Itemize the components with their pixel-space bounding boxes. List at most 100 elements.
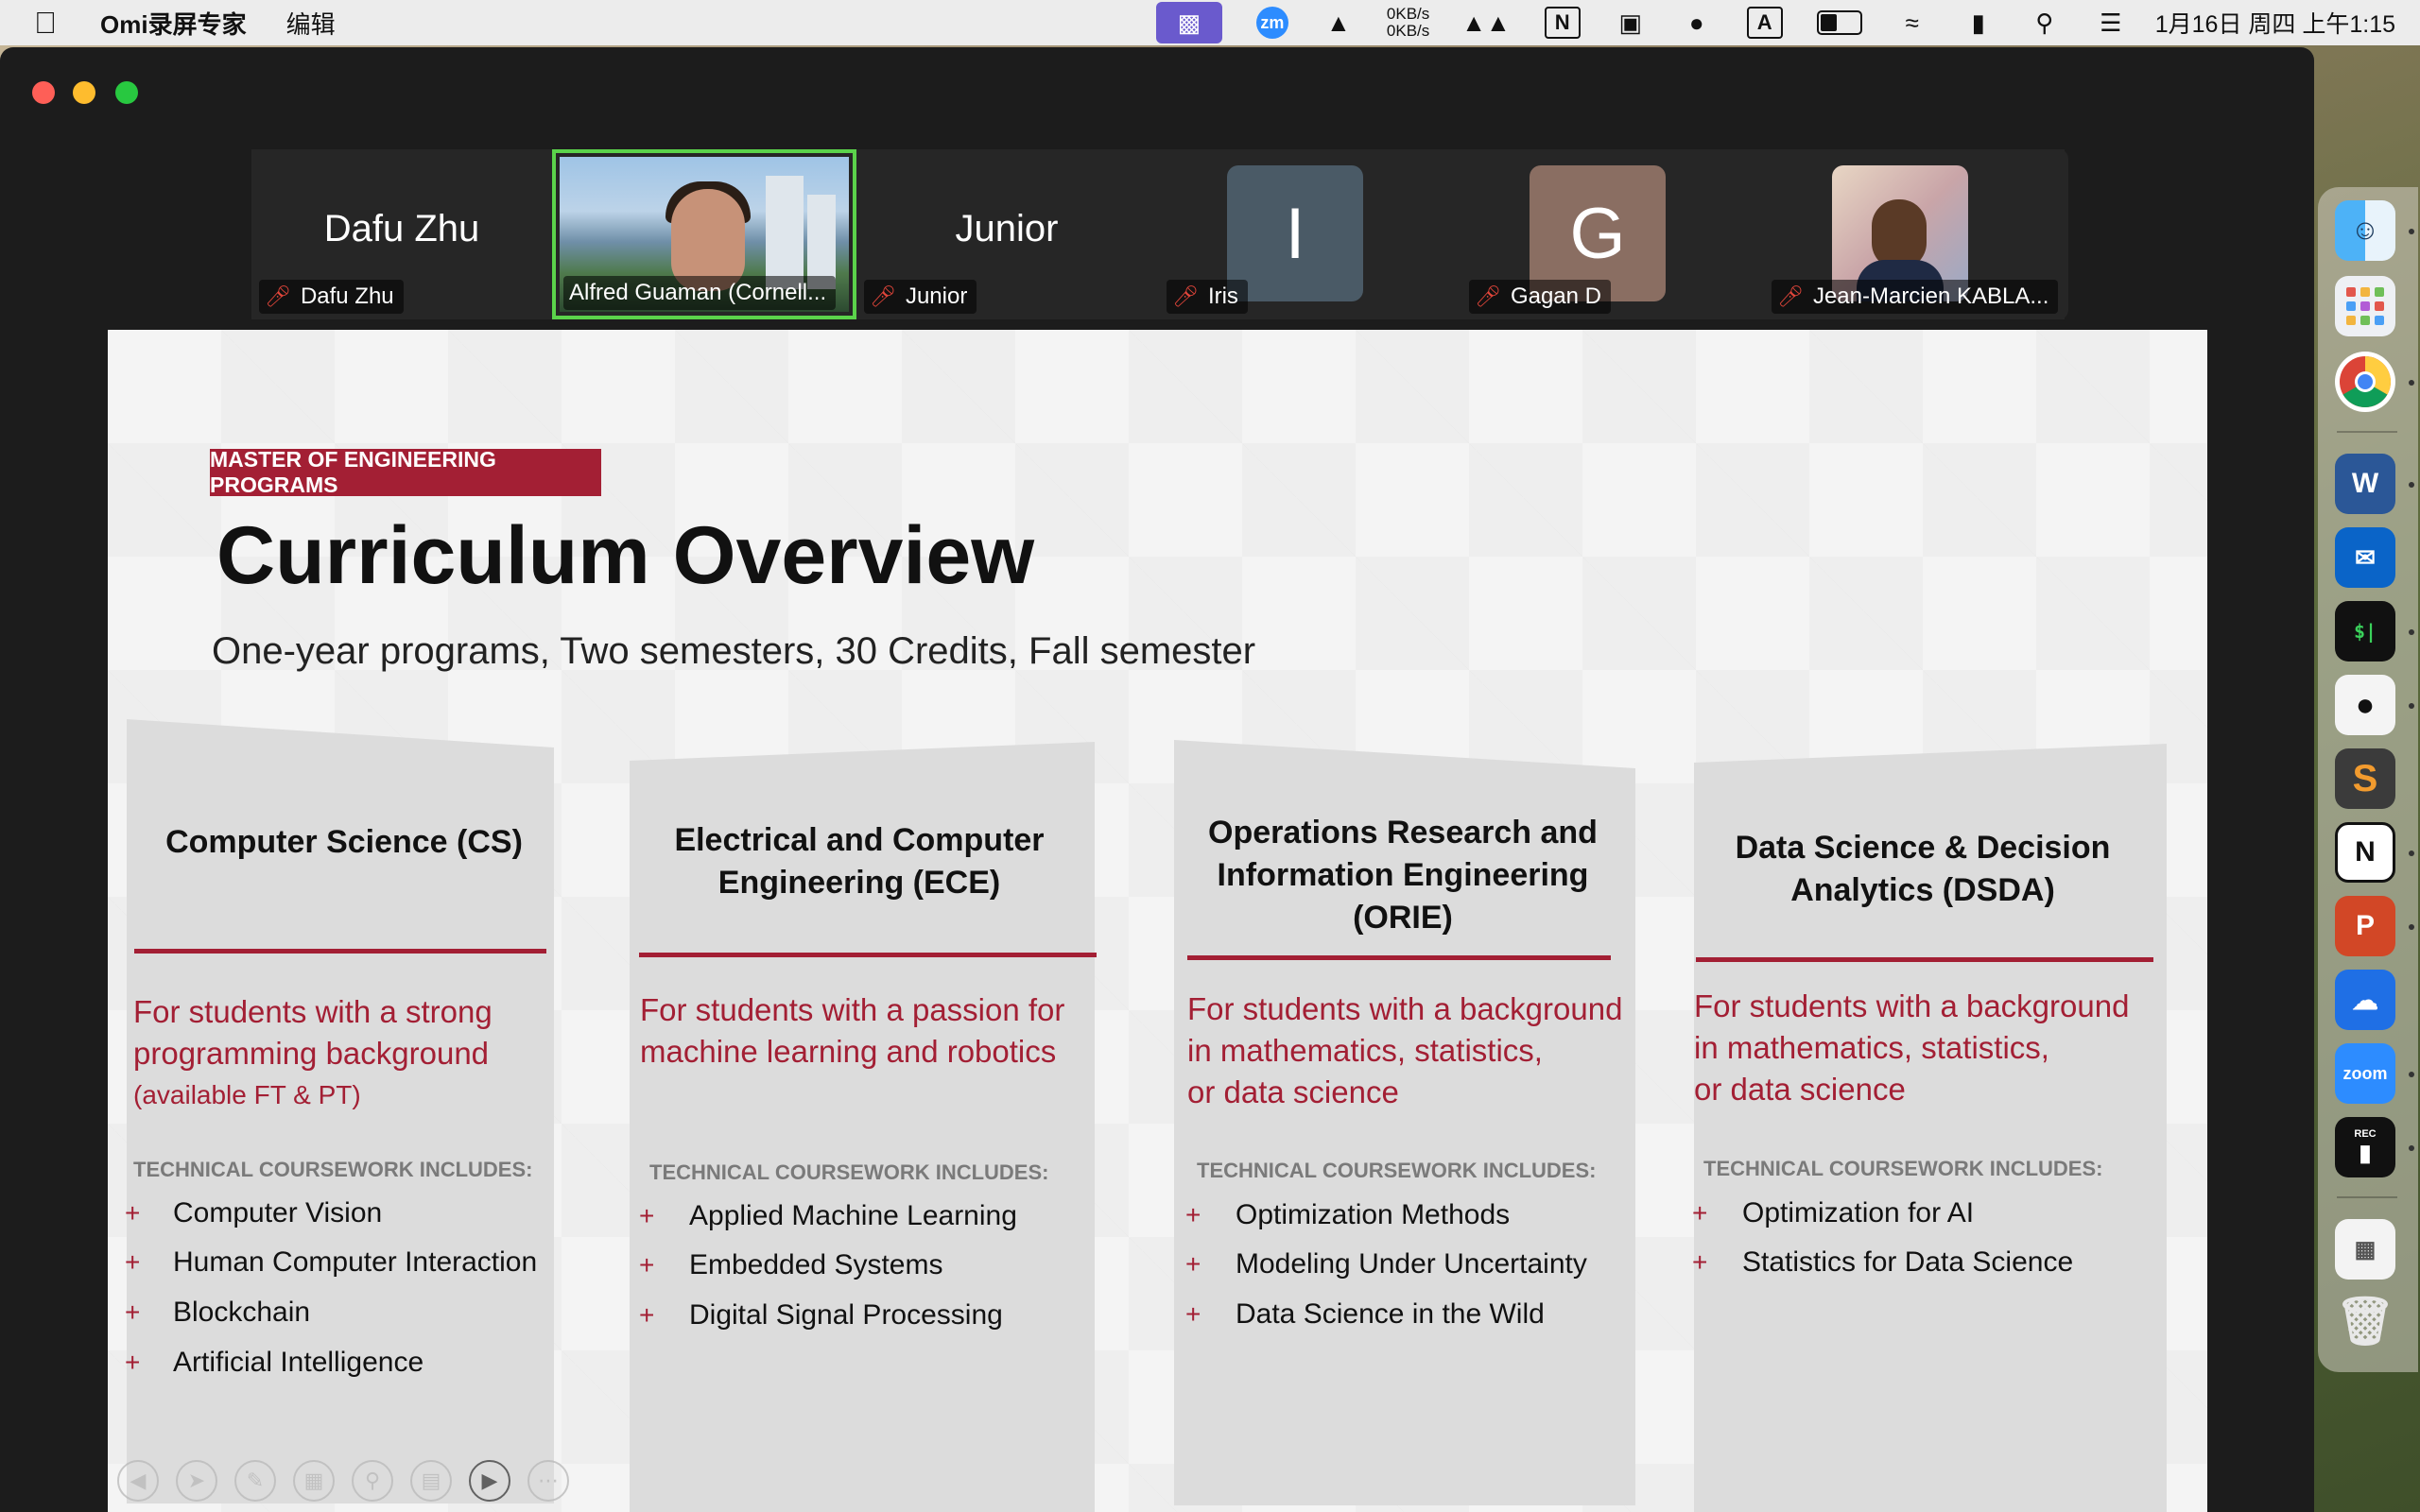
slide-subtitle: One-year programs, Two semesters, 30 Cre… — [212, 630, 1256, 672]
menu-edit[interactable]: 编辑 — [286, 6, 336, 41]
coursework-heading: TECHNICAL COURSEWORK INCLUDES: — [649, 1160, 1049, 1184]
finder-icon[interactable]: ☺ — [2335, 200, 2395, 261]
downloads-stack-icon[interactable]: ▦ — [2335, 1219, 2395, 1280]
dock: ☺ W ✉ $| ● S N P ☁ zoom REC ▮ ▦ 🗑︎ — [2318, 187, 2418, 1372]
network-download-speed: 0KB/s — [1386, 22, 1430, 40]
program-divider — [134, 949, 546, 954]
plus-icon: + — [1185, 1249, 1201, 1279]
shared-slide: MASTER OF ENGINEERING PROGRAMS Curriculu… — [108, 330, 2207, 1512]
plus-icon: + — [639, 1300, 655, 1330]
program-divider — [1696, 957, 2153, 962]
program-description: For students with a background in mathem… — [1694, 988, 2130, 1107]
participant-display-name: Junior — [955, 208, 1059, 249]
apple-menu-icon[interactable]:  — [34, 6, 72, 41]
participant-label: 🎤︎ Iris — [1167, 280, 1248, 314]
plus-icon: + — [125, 1348, 141, 1377]
course-item: Optimization Methods — [1236, 1199, 1511, 1230]
running-indicator — [2409, 924, 2414, 930]
course-item: Embedded Systems — [689, 1249, 943, 1280]
participant-tile[interactable]: Junior 🎤︎ Junior — [856, 149, 1157, 319]
outlook-icon[interactable]: ✉ — [2335, 527, 2395, 588]
window-minimize-button[interactable] — [73, 81, 95, 104]
trash-icon[interactable]: 🗑︎ — [2335, 1291, 2395, 1351]
battery-icon[interactable] — [1816, 7, 1862, 39]
zoom-icon[interactable]: zoom — [2335, 1043, 2395, 1104]
bed-icon[interactable]: ▣ — [1615, 7, 1647, 39]
dock-separator — [2337, 431, 2397, 433]
participant-tile[interactable]: Dafu Zhu 🎤︎ Dafu Zhu — [251, 149, 552, 319]
terminal-icon[interactable]: $| — [2335, 601, 2395, 662]
previous-slide-icon[interactable]: ◀ — [117, 1460, 159, 1502]
muted-mic-icon: 🎤︎ — [870, 284, 896, 308]
participant-name: Jean-Marcien KABLA... — [1812, 284, 2049, 309]
muted-mic-icon: 🎤︎ — [1475, 284, 1501, 308]
notion-icon[interactable]: N — [2335, 822, 2395, 883]
course-item: Human Computer Interaction — [173, 1246, 538, 1278]
slide-presenter-toolbar: ◀ ➤ ✎ ▦ ⚲ ▤ ▶ ⋯ — [117, 1460, 569, 1502]
coursework-heading: TECHNICAL COURSEWORK INCLUDES: — [1703, 1157, 2103, 1180]
muted-mic-icon: 🎤︎ — [1777, 284, 1804, 308]
plus-icon: + — [639, 1250, 655, 1280]
network-speed-monitor[interactable]: 0KB/s 0KB/s — [1387, 6, 1429, 40]
participant-name: Junior — [905, 284, 968, 309]
notion-menu-icon[interactable]: N — [1544, 7, 1581, 39]
course-item: Digital Signal Processing — [689, 1299, 1003, 1331]
menu-clock[interactable]: 1月16日 周四 上午1:15 — [2155, 6, 2395, 40]
program-title: Data Science & Decision Analytics (DSDA) — [1735, 830, 2111, 908]
slides-overview-icon[interactable]: ▦ — [293, 1460, 335, 1502]
participant-display-name: Dafu Zhu — [323, 208, 480, 249]
cat-app-icon[interactable]: ▲ — [1322, 7, 1355, 39]
powerpoint-icon[interactable]: P — [2335, 896, 2395, 956]
slide-tag: MASTER OF ENGINEERING PROGRAMS — [210, 447, 601, 497]
window-close-button[interactable] — [32, 81, 55, 104]
camera-icon[interactable]: ▮ — [1962, 7, 1995, 39]
running-indicator — [2409, 482, 2414, 488]
course-item: Statistics for Data Science — [1742, 1246, 2074, 1278]
menu-bar:  Omi录屏专家 编辑 ▩ zm ▲ 0KB/s 0KB/s ▲▲ N ▣ ●… — [0, 0, 2420, 45]
participant-label: 🎤︎ Dafu Zhu — [259, 280, 404, 314]
qq-icon[interactable]: ● — [2335, 675, 2395, 735]
coursework-heading: TECHNICAL COURSEWORK INCLUDES: — [1197, 1159, 1597, 1182]
subtitles-icon[interactable]: ▤ — [410, 1460, 452, 1502]
participant-label: 🎤︎ Jean-Marcien KABLA... — [1772, 280, 2059, 314]
pen-icon[interactable]: ✎ — [234, 1460, 276, 1502]
window-fullscreen-button[interactable] — [115, 81, 138, 104]
pointer-icon[interactable]: ➤ — [176, 1460, 217, 1502]
video-camera-icon[interactable]: ▶ — [469, 1460, 510, 1502]
app-name-menu[interactable]: Omi录屏专家 — [100, 6, 247, 41]
program-title: Computer Science (CS) — [165, 824, 523, 860]
control-center-icon[interactable]: ☰ — [2095, 7, 2127, 39]
participant-tile[interactable]: I 🎤︎ Iris — [1159, 149, 1460, 319]
more-options-icon[interactable]: ⋯ — [527, 1460, 569, 1502]
dock-separator — [2337, 1196, 2397, 1198]
sublime-text-icon[interactable]: S — [2335, 748, 2395, 809]
program-divider — [639, 953, 1097, 957]
qq-menu-icon[interactable]: ● — [1681, 7, 1713, 39]
plus-icon: + — [1185, 1200, 1201, 1229]
chrome-icon[interactable] — [2335, 352, 2395, 412]
input-method-icon[interactable]: A — [1746, 7, 1783, 39]
screen-share-status-icon[interactable]: ▩ — [1155, 2, 1222, 43]
word-icon[interactable]: W — [2335, 454, 2395, 514]
cloud-app-icon[interactable]: ☁ — [2335, 970, 2395, 1030]
status-area: ▩ zm ▲ 0KB/s 0KB/s ▲▲ N ▣ ● A ≈ ▮ ⚲ ☰ 1月… — [1139, 0, 2420, 45]
search-icon[interactable]: ⚲ — [2029, 7, 2061, 39]
plus-icon: + — [639, 1201, 655, 1230]
participant-name: Iris — [1207, 284, 1238, 309]
zoom-menu-icon[interactable]: zm — [1255, 7, 1288, 39]
zoom-in-icon[interactable]: ⚲ — [352, 1460, 393, 1502]
muted-mic-icon: 🎤︎ — [1172, 284, 1199, 308]
mountain-app-icon[interactable]: ▲▲ — [1461, 7, 1510, 39]
launchpad-icon[interactable] — [2335, 276, 2395, 336]
course-item: Applied Machine Learning — [689, 1200, 1017, 1231]
participant-tile-active-speaker[interactable]: Alfred Guaman (Cornell... — [552, 149, 856, 319]
screen-recorder-icon[interactable]: REC ▮ — [2335, 1117, 2395, 1177]
participant-tile[interactable]: G 🎤︎ Gagan D — [1461, 149, 1762, 319]
plus-icon: + — [1692, 1198, 1708, 1228]
network-upload-speed: 0KB/s — [1386, 5, 1430, 23]
program-description: For students with a background in mathem… — [1187, 991, 1623, 1109]
wifi-icon[interactable]: ≈ — [1896, 7, 1928, 39]
recorder-badge: REC — [2354, 1127, 2377, 1140]
participant-tile[interactable]: 🎤︎ Jean-Marcien KABLA... — [1764, 149, 2065, 319]
course-item: Blockchain — [173, 1297, 311, 1328]
